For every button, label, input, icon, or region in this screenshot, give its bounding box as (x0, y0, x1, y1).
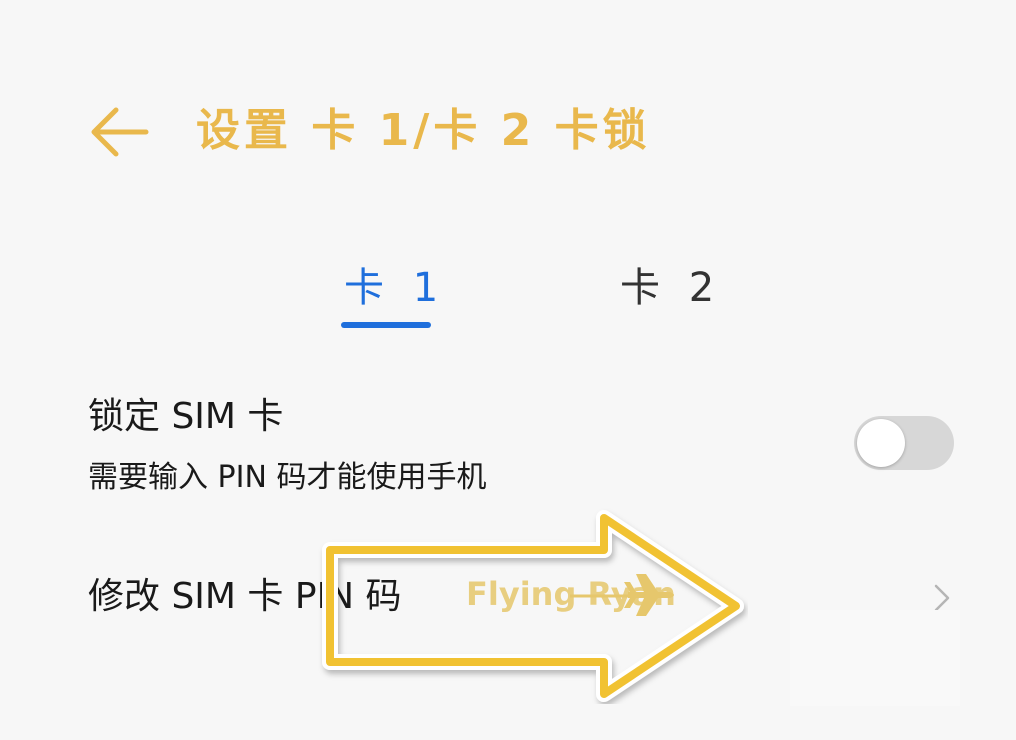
blurred-region (790, 610, 960, 706)
lock-sim-row: 锁定 SIM 卡 需要输入 PIN 码才能使用手机 (0, 378, 1016, 518)
back-button[interactable] (84, 100, 154, 164)
tab-active-indicator (341, 322, 431, 328)
lock-sim-subtitle: 需要输入 PIN 码才能使用手机 (88, 460, 487, 495)
lock-sim-title: 锁定 SIM 卡 (88, 396, 284, 437)
page-title: 设置 卡 1/卡 2 卡锁 (196, 105, 651, 156)
tab-card-1[interactable]: 卡 1 (344, 258, 446, 318)
tab-card-2[interactable]: 卡 2 (620, 258, 722, 318)
airplane-icon (570, 574, 674, 616)
lock-sim-toggle[interactable] (854, 416, 954, 470)
sim-lock-settings-screen: 设置 卡 1/卡 2 卡锁 卡 1 卡 2 锁定 SIM 卡 需要输入 PIN … (0, 0, 1016, 740)
toggle-knob (857, 419, 905, 467)
arrow-left-icon (91, 107, 149, 157)
